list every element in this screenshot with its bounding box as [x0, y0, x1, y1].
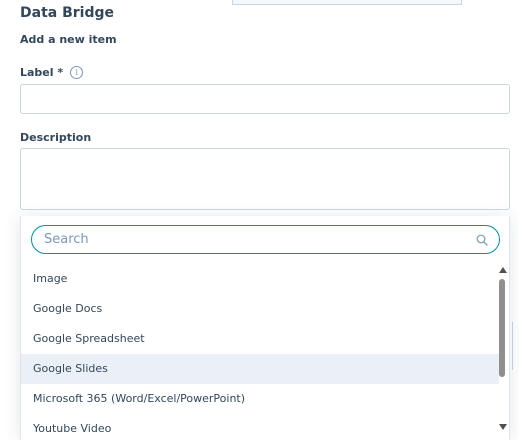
- option-google-slides[interactable]: Google Slides: [21, 354, 499, 384]
- page: Data Bridge Add a new item Label * i Des…: [0, 0, 519, 440]
- description-field-label: Description: [20, 131, 91, 144]
- form-heading: Add a new item: [20, 33, 117, 46]
- dropdown-scrollbar[interactable]: [497, 264, 509, 440]
- option-microsoft-365[interactable]: Microsoft 365 (Word/Excel/PowerPoint): [21, 384, 499, 414]
- dropdown-search-input[interactable]: [44, 232, 475, 247]
- dropdown-search: [31, 225, 500, 254]
- type-dropdown-menu: Image Google Docs Google Spreadsheet Goo…: [20, 216, 510, 440]
- search-icon: [475, 233, 489, 247]
- option-google-docs[interactable]: Google Docs: [21, 294, 499, 324]
- info-icon[interactable]: i: [70, 66, 84, 79]
- option-image[interactable]: Image: [21, 264, 499, 294]
- scroll-thumb[interactable]: [499, 279, 505, 377]
- top-tab-edge: [232, 0, 462, 5]
- option-google-spreadsheet[interactable]: Google Spreadsheet: [21, 324, 499, 354]
- app-title: Data Bridge: [20, 5, 114, 21]
- scroll-up-arrow-icon[interactable]: [499, 267, 507, 273]
- dropdown-options: Image Google Docs Google Spreadsheet Goo…: [21, 264, 499, 440]
- description-textarea[interactable]: [20, 148, 510, 210]
- option-youtube-video[interactable]: Youtube Video: [21, 414, 499, 440]
- label-field-label-text: Label *: [20, 66, 64, 79]
- label-input[interactable]: [20, 84, 510, 114]
- scroll-down-arrow-icon[interactable]: [499, 424, 507, 430]
- label-field-label: Label * i: [20, 66, 84, 79]
- description-field-label-text: Description: [20, 131, 92, 144]
